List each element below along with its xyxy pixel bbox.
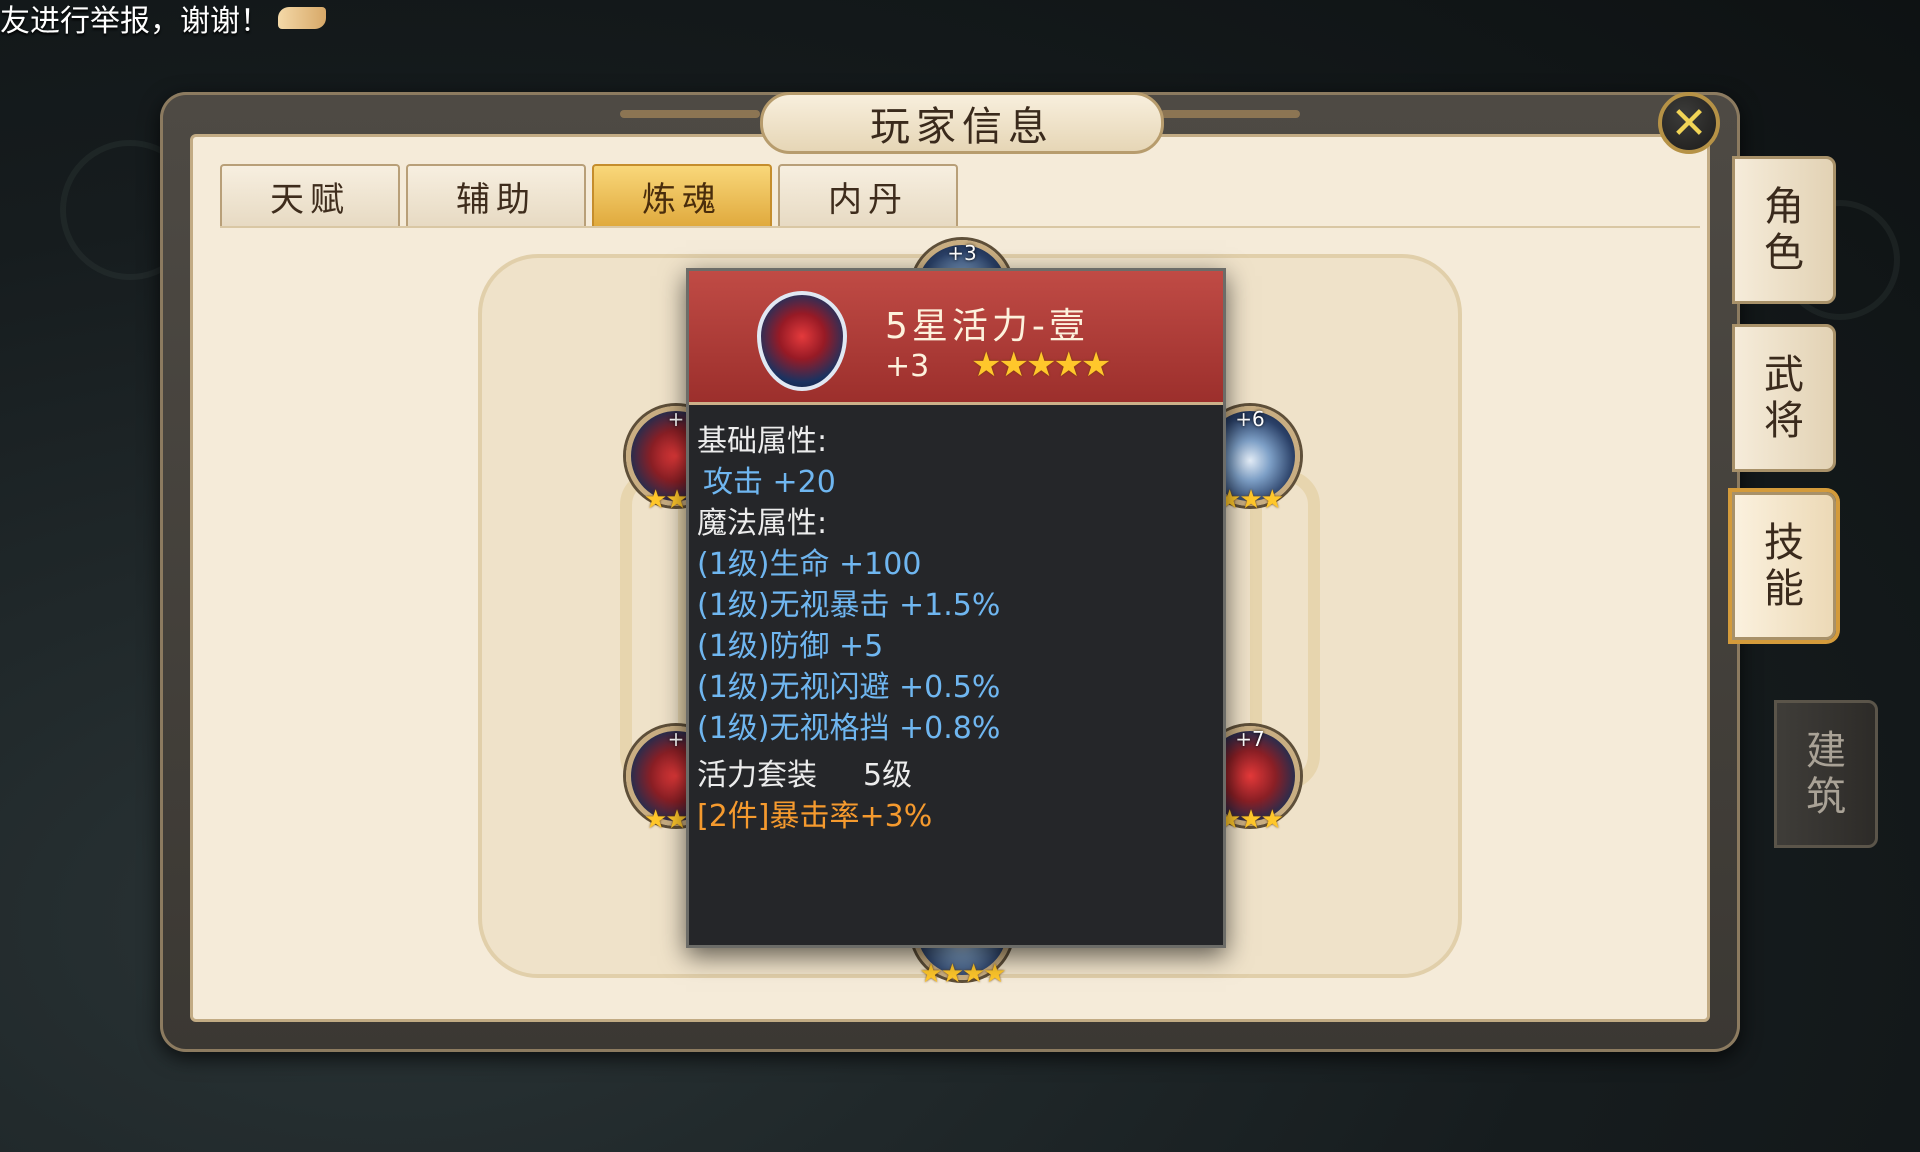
item-stars: ★★★★★ (971, 345, 1111, 385)
tab-label: 内丹 (828, 179, 908, 220)
side-tab-label: 建 (1806, 728, 1846, 774)
tab-bar: 天赋 辅助 炼魂 内丹 (220, 164, 958, 226)
title-ornament-right (1160, 110, 1300, 118)
set-row: 活力套装 5级 (697, 755, 1215, 796)
base-attr-title: 基础属性: (697, 424, 828, 459)
magic-attr: (1级)无视暴击 +1.5% (697, 588, 1001, 623)
side-tab-label: 角 (1764, 184, 1804, 230)
set-name: 活力套装 (697, 758, 817, 793)
side-tab-general[interactable]: 武 将 (1732, 324, 1836, 472)
set-level: 5级 (863, 758, 913, 793)
soul-gem-icon (757, 291, 847, 391)
slot-level: + (667, 407, 685, 431)
side-tab-building[interactable]: 建 筑 (1774, 700, 1878, 848)
magic-attr: (1级)防御 +5 (697, 629, 884, 664)
tab-label: 炼魂 (642, 179, 722, 220)
side-tab-label: 筑 (1806, 774, 1846, 820)
close-icon: ✕ (1670, 97, 1708, 149)
set-bonus: [2件]暴击率+3% (697, 799, 933, 834)
item-tooltip: 5星活力-壹 +3 ★★★★★ 基础属性: 攻击 +20 魔法属性: (1级)生… (686, 268, 1226, 948)
magic-attr-title: 魔法属性: (697, 506, 828, 541)
marquee-banner: 友进行举报，谢谢！ (0, 0, 326, 39)
side-tab-label: 能 (1764, 566, 1804, 612)
slot-stars: ★★★ (1218, 805, 1284, 835)
window-title: 玩家信息 (760, 92, 1164, 154)
tab-divider (220, 226, 1700, 228)
tab-label: 天赋 (270, 179, 350, 220)
slot-level: +6 (1235, 407, 1265, 431)
tab-assist[interactable]: 辅助 (406, 164, 586, 226)
tooltip-body: 基础属性: 攻击 +20 魔法属性: (1级)生命 +100 (1级)无视暴击 … (697, 421, 1215, 945)
slot-stars: ★★★ (1218, 485, 1284, 515)
side-tab-label: 技 (1764, 520, 1804, 566)
title-ornament-left (620, 110, 760, 118)
side-tab-label: 色 (1764, 230, 1804, 276)
slot-stars: ★★★★ (919, 959, 1006, 989)
close-button[interactable]: ✕ (1658, 92, 1720, 154)
slot-level: +3 (947, 241, 977, 265)
magic-attr: (1级)无视闪避 +0.5% (697, 670, 1001, 705)
slot-level: + (667, 727, 685, 751)
item-level: +3 (885, 349, 930, 384)
magic-attr: (1级)无视格挡 +0.8% (697, 711, 1001, 746)
magic-attr: (1级)生命 +100 (697, 547, 922, 582)
side-tab-character[interactable]: 角 色 (1732, 156, 1836, 304)
marquee-text: 友进行举报，谢谢！ (0, 4, 270, 39)
tab-inner-pill[interactable]: 内丹 (778, 164, 958, 226)
handshake-icon (278, 7, 326, 29)
item-name: 5星活力-壹 (885, 306, 1089, 347)
slot-level: +7 (1235, 727, 1265, 751)
tab-talent[interactable]: 天赋 (220, 164, 400, 226)
tab-soul-refining[interactable]: 炼魂 (592, 164, 772, 226)
side-tab-label: 武 (1764, 352, 1804, 398)
tooltip-header: 5星活力-壹 +3 ★★★★★ (689, 271, 1223, 405)
side-tab-label: 将 (1764, 398, 1804, 444)
tab-label: 辅助 (456, 179, 536, 220)
base-attr-value: 攻击 +20 (703, 465, 836, 500)
side-tab-skill[interactable]: 技 能 (1732, 492, 1836, 640)
window-title-text: 玩家信息 (870, 104, 1054, 150)
